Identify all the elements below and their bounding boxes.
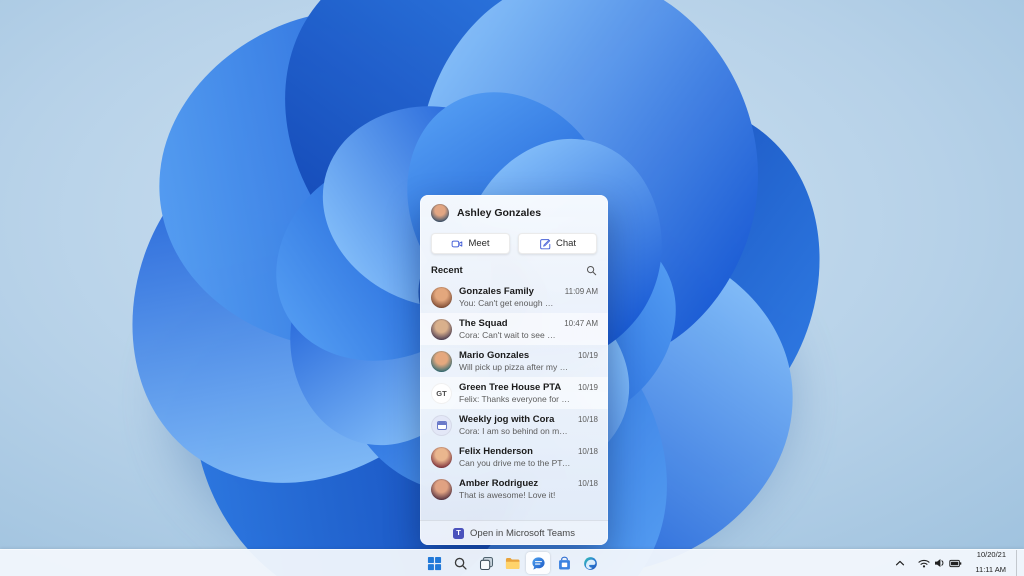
user-name: Ashley Gonzales	[457, 207, 542, 219]
task-view-button[interactable]	[474, 552, 498, 574]
compose-icon	[540, 238, 551, 249]
conversation-name: Green Tree House PTA	[459, 382, 562, 393]
conversation-name: The Squad	[459, 318, 508, 329]
conversation-preview: Cora: Can't wait to see everyone!	[459, 330, 557, 341]
conversation-row[interactable]: Amber Rodriguez That is awesome! Love it…	[420, 473, 608, 505]
chat-taskbar-button[interactable]	[526, 552, 550, 574]
recent-header: Recent	[420, 263, 608, 281]
calendar-icon	[436, 421, 447, 430]
conversation-name: Amber Rodriguez	[459, 478, 539, 489]
conversation-time: 11:09 AM	[564, 287, 598, 296]
conversation-text: Green Tree House PTA Felix: Thanks every…	[459, 382, 571, 405]
store-button[interactable]	[552, 552, 576, 574]
file-explorer-button[interactable]	[500, 552, 524, 574]
clock[interactable]: 10/20/21 11:11 AM	[972, 550, 1009, 574]
chat-button[interactable]: Chat	[518, 233, 597, 254]
taskbar-center	[422, 552, 602, 574]
conversation-preview: Can you drive me to the PTA today?	[459, 458, 571, 469]
meet-button-label: Meet	[468, 238, 490, 249]
tray-time: 11:11 AM	[975, 565, 1006, 574]
conversation-text: Weekly jog with Cora Cora: I am so behin…	[459, 414, 571, 437]
wifi-icon	[918, 559, 930, 568]
conversation-avatar	[431, 351, 452, 372]
conversation-preview: Cora: I am so behind on my step goals.	[459, 426, 571, 437]
conversation-list: Gonzales Family You: Can't get enough of…	[420, 281, 608, 520]
conversation-name: Mario Gonzales	[459, 350, 530, 361]
conversation-text: The Squad Cora: Can't wait to see everyo…	[459, 318, 557, 341]
conversation-avatar	[431, 415, 452, 436]
conversation-time: 10:47 AM	[564, 319, 598, 328]
conversation-preview: You: Can't get enough of her.	[459, 298, 558, 309]
start-icon	[427, 556, 441, 570]
chat-icon	[531, 556, 545, 570]
open-in-teams-label: Open in Microsoft Teams	[470, 527, 575, 539]
taskbar: 10/20/21 11:11 AM	[0, 549, 1024, 576]
conversation-row[interactable]: GT Green Tree House PTA Felix: Thanks ev…	[420, 377, 608, 409]
conversation-text: Felix Henderson Can you drive me to the …	[459, 446, 571, 469]
conversation-avatar	[431, 447, 452, 468]
teams-chat-flyout: Ashley Gonzales Meet Chat Recent Gonzale…	[420, 195, 608, 545]
conversation-avatar	[431, 479, 452, 500]
action-row: Meet Chat	[420, 225, 608, 263]
conversation-time: 10/19	[577, 351, 598, 360]
conversation-row[interactable]: The Squad Cora: Can't wait to see everyo…	[420, 313, 608, 345]
conversation-avatar	[431, 319, 452, 340]
user-avatar	[431, 204, 449, 222]
conversation-row[interactable]: Weekly jog with Cora Cora: I am so behin…	[420, 409, 608, 441]
conversation-avatar	[431, 287, 452, 308]
meet-button[interactable]: Meet	[431, 233, 510, 254]
search-icon[interactable]	[586, 265, 597, 276]
conversation-text: Amber Rodriguez That is awesome! Love it…	[459, 478, 571, 501]
conversation-name: Felix Henderson	[459, 446, 533, 457]
conversation-name: Weekly jog with Cora	[459, 414, 555, 425]
conversation-text: Gonzales Family You: Can't get enough of…	[459, 286, 558, 309]
task-view-icon	[479, 556, 493, 570]
search-button[interactable]	[448, 552, 472, 574]
edge-icon	[583, 556, 597, 570]
conversation-avatar: GT	[431, 383, 452, 404]
recent-label: Recent	[431, 265, 463, 276]
conversation-preview: Will pick up pizza after my practice.	[459, 362, 571, 373]
flyout-header: Ashley Gonzales	[420, 195, 608, 225]
edge-button[interactable]	[578, 552, 602, 574]
tray-overflow-button[interactable]	[892, 553, 908, 573]
conversation-row[interactable]: Mario Gonzales Will pick up pizza after …	[420, 345, 608, 377]
conversation-time: 10/18	[577, 415, 598, 424]
volume-icon	[935, 559, 944, 567]
battery-icon	[949, 559, 962, 567]
show-desktop-button[interactable]	[1016, 550, 1020, 576]
conversation-row[interactable]: Felix Henderson Can you drive me to the …	[420, 441, 608, 473]
video-camera-icon	[452, 240, 463, 247]
taskbar-search-icon	[454, 557, 467, 570]
conversation-row[interactable]: Gonzales Family You: Can't get enough of…	[420, 281, 608, 313]
conversation-preview: That is awesome! Love it!	[459, 490, 556, 501]
conversation-text: Mario Gonzales Will pick up pizza after …	[459, 350, 571, 373]
chat-button-label: Chat	[555, 238, 577, 249]
desktop: Ashley Gonzales Meet Chat Recent Gonzale…	[0, 0, 1024, 576]
conversation-preview: Felix: Thanks everyone for attending tod…	[459, 394, 571, 405]
tray-date: 10/20/21	[976, 550, 1006, 560]
store-icon	[558, 556, 570, 569]
conversation-time: 10/19	[577, 383, 598, 392]
conversation-time: 10/18	[577, 447, 598, 456]
conversation-time: 10/18	[577, 479, 598, 488]
network-volume-battery-button[interactable]	[915, 553, 965, 573]
open-in-teams-link[interactable]: T Open in Microsoft Teams	[420, 520, 608, 545]
system-tray: 10/20/21 11:11 AM	[892, 550, 1020, 576]
chevron-up-icon	[896, 560, 905, 566]
conversation-name: Gonzales Family	[459, 286, 534, 297]
teams-icon: T	[453, 527, 465, 539]
start-button[interactable]	[422, 552, 446, 574]
file-explorer-icon	[505, 557, 520, 569]
